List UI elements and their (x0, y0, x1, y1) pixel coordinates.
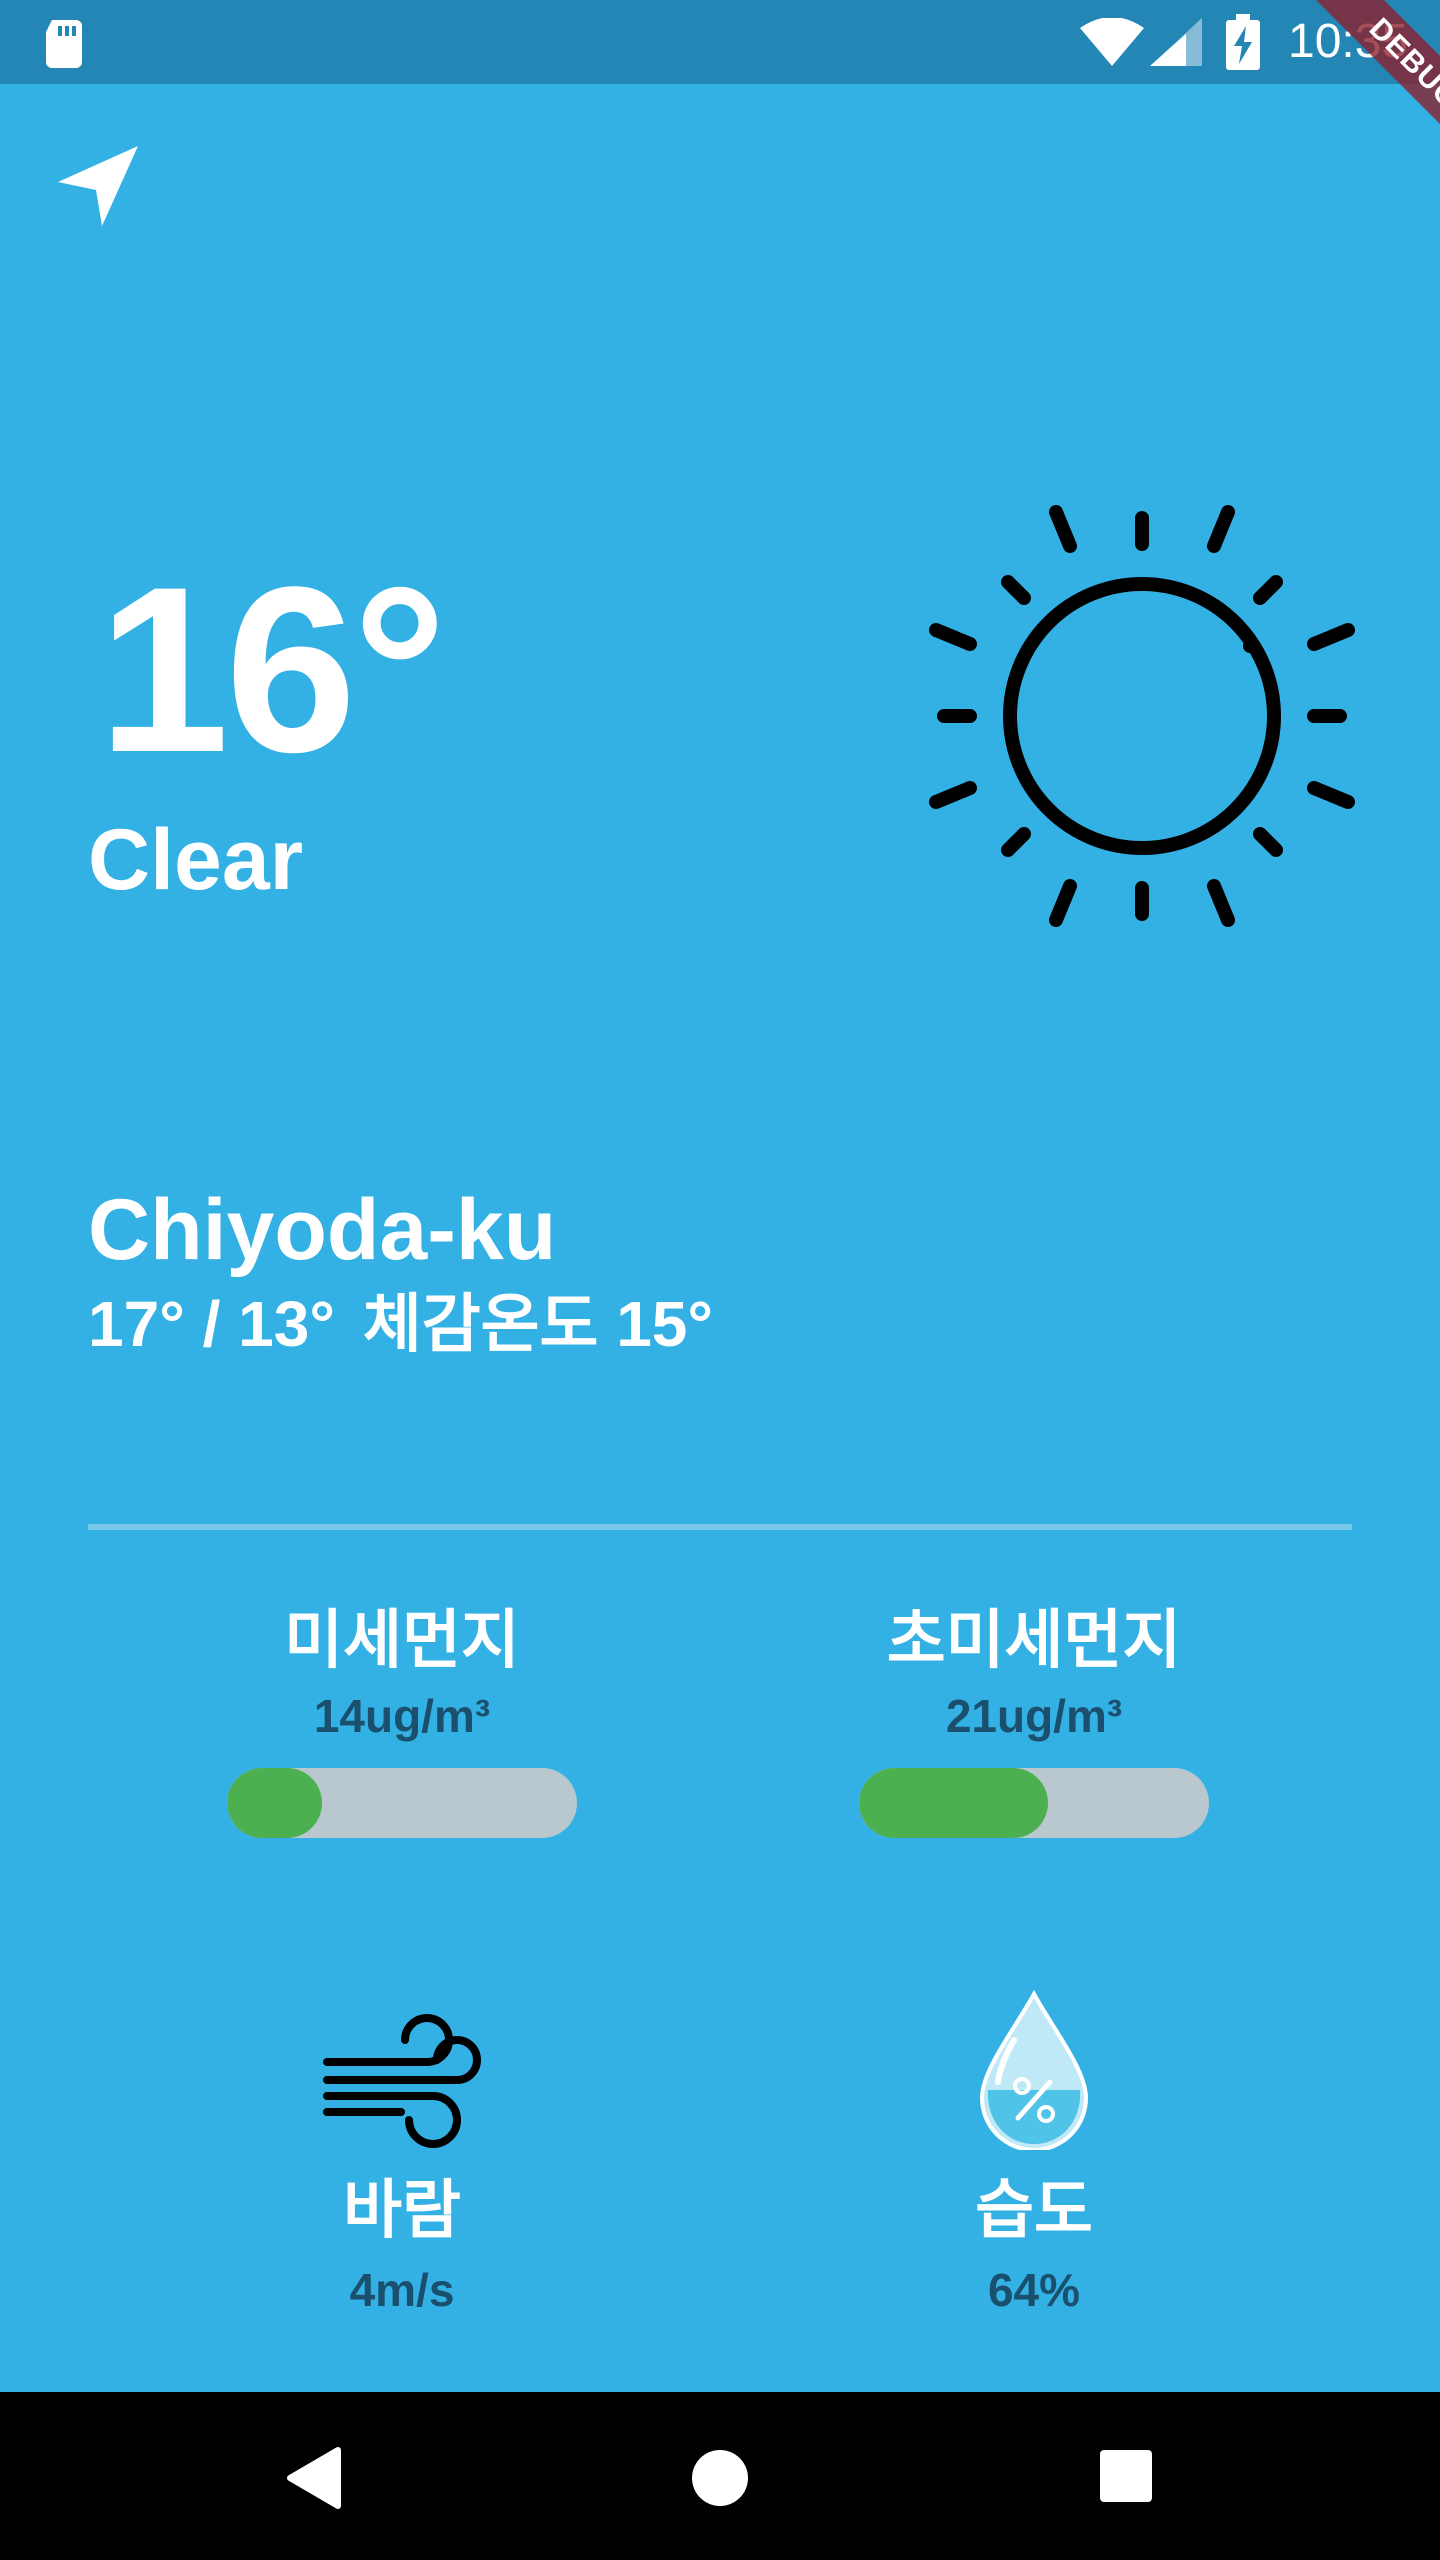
wind-value: 4m/s (349, 2264, 455, 2316)
weather-condition: Clear (88, 812, 304, 908)
pm10-panel: 미세먼지 14ug/m³ (202, 1600, 602, 1838)
pm25-title: 초미세먼지 (886, 1604, 1182, 1676)
pm10-level-fill (227, 1768, 322, 1838)
humidity-drop-icon (979, 1989, 1089, 2152)
humidity-title: 습도 (975, 2174, 1093, 2246)
home-icon[interactable] (690, 2448, 750, 2508)
status-bar: 10:35 DEBUG (0, 0, 1440, 188)
sun-icon (929, 505, 1355, 927)
pm10-level-bar (227, 1768, 577, 1838)
navigation-bar (0, 2392, 1440, 2560)
back-icon[interactable] (286, 2446, 342, 2510)
pm25-value: 21ug/m³ (945, 1690, 1123, 1742)
pm10-title: 미세먼지 (284, 1604, 520, 1676)
current-temperature: 16° (98, 538, 447, 802)
temperature-range-row: 17° / 13° 체감온도 15° (88, 1284, 713, 1364)
high-low-temperature: 17° / 13° (88, 1288, 335, 1360)
debug-banner: DEBUG (1240, 0, 1440, 200)
wifi-icon (1080, 18, 1144, 66)
humidity-panel: 습도 64% (834, 1989, 1234, 2320)
wind-title: 바람 (343, 2174, 461, 2246)
wind-icon (323, 2014, 481, 2148)
wind-panel: 바람 4m/s (202, 1990, 602, 2320)
location-arrow-icon[interactable] (52, 138, 148, 234)
city-name: Chiyoda-ku (88, 1182, 557, 1278)
pm25-level-bar (859, 1768, 1209, 1838)
sd-card-icon (46, 20, 82, 68)
divider (88, 1524, 1352, 1530)
recents-icon[interactable] (1098, 2448, 1154, 2504)
pm10-value: 14ug/m³ (313, 1690, 491, 1742)
feels-like-temperature: 체감온도 15° (362, 1288, 713, 1360)
cell-signal-icon (1150, 18, 1202, 66)
pm25-panel: 초미세먼지 21ug/m³ (834, 1600, 1234, 1838)
debug-banner-label: DEBUG (1290, 0, 1440, 188)
humidity-value: 64% (987, 2264, 1081, 2316)
pm25-level-fill (859, 1768, 1048, 1838)
